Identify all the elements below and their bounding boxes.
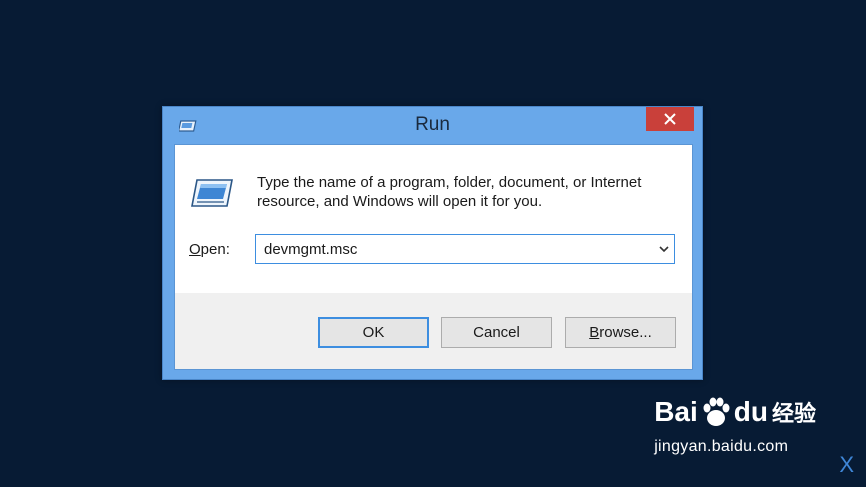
open-label-accelerator: O — [189, 241, 201, 258]
open-combobox[interactable] — [255, 234, 675, 264]
chevron-down-icon — [659, 245, 669, 252]
close-button[interactable] — [646, 107, 694, 131]
window-title: Run — [415, 114, 450, 135]
baidu-logo-left: Bai — [654, 396, 698, 427]
run-icon — [191, 179, 233, 207]
baidu-logo: Bai du 经验 — [654, 392, 816, 432]
ok-button[interactable]: OK — [318, 317, 429, 348]
open-input[interactable] — [256, 235, 654, 263]
corner-close-icon[interactable]: X — [839, 452, 854, 478]
baidu-logo-suffix: 经验 — [771, 401, 816, 426]
open-dropdown-button[interactable] — [654, 236, 674, 262]
run-description: Type the name of a program, folder, docu… — [257, 174, 642, 210]
dialog-body: Type the name of a program, folder, docu… — [174, 144, 693, 370]
close-icon — [664, 113, 676, 125]
run-title-icon — [177, 119, 197, 132]
baidu-watermark: Bai du 经验 jingyan.baidu.com — [654, 392, 816, 456]
open-label: Open: — [189, 241, 230, 258]
browse-button[interactable]: Browse... — [565, 317, 676, 348]
cancel-button[interactable]: Cancel — [441, 317, 552, 348]
button-bar: OK Cancel Browse... — [175, 293, 692, 369]
watermark-url: jingyan.baidu.com — [654, 438, 789, 455]
baidu-paw-icon — [703, 397, 730, 426]
browse-label-text: rowse... — [599, 324, 652, 341]
open-label-text: pen: — [200, 241, 230, 258]
baidu-logo-right: du — [733, 396, 768, 427]
browse-accelerator: B — [589, 324, 600, 341]
run-dialog: Run Type the name of a program, folder, … — [162, 106, 703, 380]
